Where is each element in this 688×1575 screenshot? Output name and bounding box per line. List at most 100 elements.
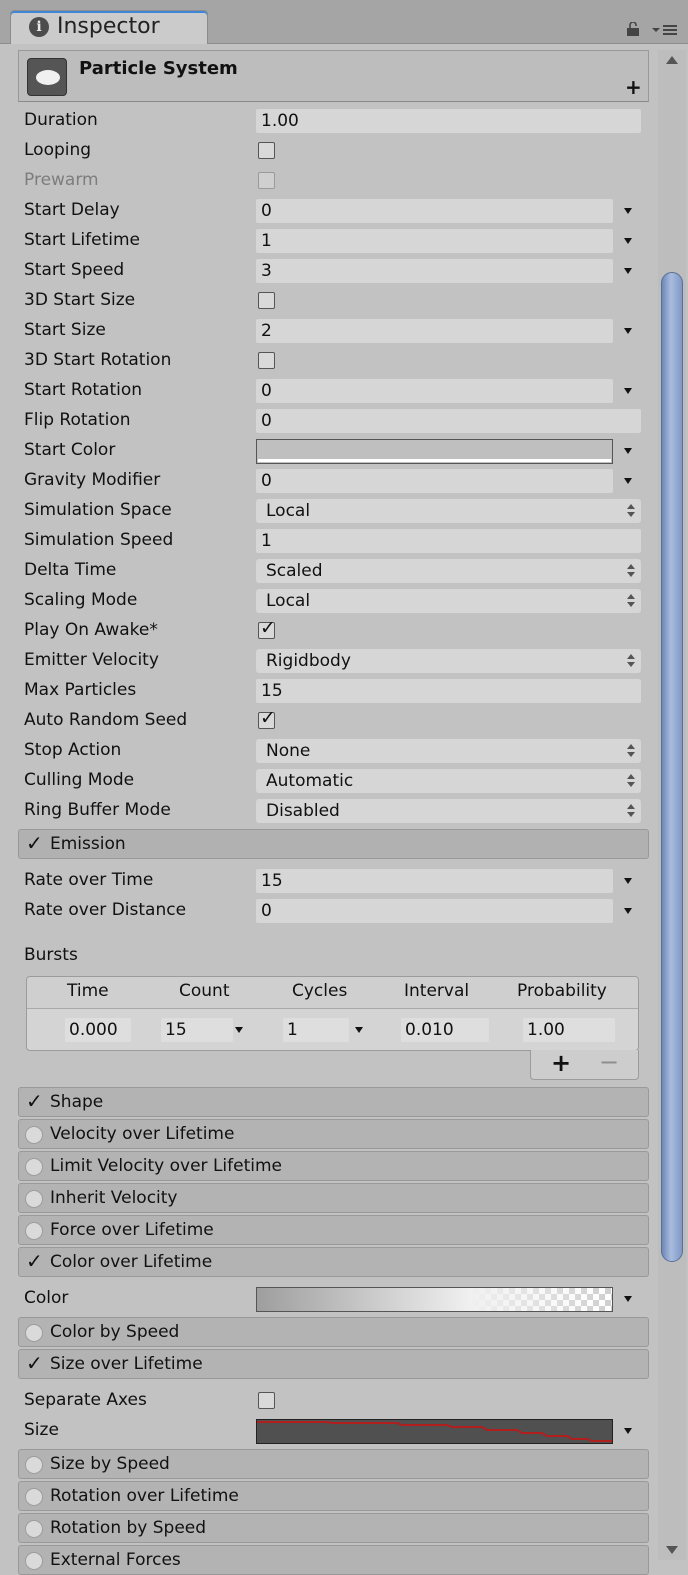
duration-field[interactable]: 1.00: [256, 109, 641, 133]
auto-random-seed-checkbox[interactable]: ✓: [258, 707, 276, 729]
module-label: Shape: [50, 1092, 104, 1112]
rate-over-distance-field[interactable]: 0: [256, 899, 613, 923]
start-lifetime-field[interactable]: 1: [256, 229, 613, 253]
property-row-start-color: Start Color: [18, 436, 649, 466]
play-on-awake-checkbox[interactable]: ✓: [258, 617, 276, 639]
3d-start-size-checkbox[interactable]: [258, 292, 275, 309]
vertical-scrollbar[interactable]: [658, 50, 686, 1560]
gravity-modifier-field[interactable]: 0: [256, 469, 613, 493]
property-row-start-size: Start Size 2: [18, 316, 649, 346]
module-external-forces[interactable]: External Forces: [18, 1545, 649, 1575]
3d-start-rotation-checkbox[interactable]: [258, 352, 275, 369]
module-size-by-speed[interactable]: Size by Speed: [18, 1449, 649, 1479]
start-speed-field[interactable]: 3: [256, 259, 613, 283]
module-emission[interactable]: ✓ Emission: [18, 829, 649, 859]
rate-over-time-field[interactable]: 15: [256, 869, 613, 893]
module-enabled-check-icon[interactable]: ✓: [26, 831, 43, 855]
dropdown-arrow-icon[interactable]: [624, 478, 632, 484]
burst-probability-field[interactable]: 1.00: [523, 1018, 615, 1042]
simulation-speed-field[interactable]: 1: [256, 529, 641, 553]
lock-icon[interactable]: [626, 22, 642, 36]
burst-count-dropdown-icon[interactable]: [235, 1027, 243, 1033]
size-curve-field[interactable]: [256, 1419, 613, 1444]
dropdown-arrow-icon[interactable]: [624, 878, 632, 884]
module-color-over-lifetime[interactable]: ✓ Color over Lifetime: [18, 1247, 649, 1277]
scroll-down-arrow-icon[interactable]: [666, 1546, 678, 1554]
property-label: Flip Rotation: [24, 410, 131, 430]
delta-time-select[interactable]: Scaled: [256, 559, 641, 583]
module-label: Color over Lifetime: [50, 1252, 213, 1272]
looping-checkbox[interactable]: [258, 142, 275, 159]
property-label: Color: [24, 1288, 69, 1308]
module-shape[interactable]: ✓ Shape: [18, 1087, 649, 1117]
context-menu-icon[interactable]: [652, 22, 678, 38]
module-limit-velocity-over-lifetime[interactable]: Limit Velocity over Lifetime: [18, 1151, 649, 1181]
module-enabled-check-icon[interactable]: ✓: [26, 1351, 43, 1375]
dropdown-arrow-icon[interactable]: [624, 448, 632, 454]
add-module-icon[interactable]: +: [625, 77, 642, 97]
particle-system-header[interactable]: Particle System +: [18, 50, 649, 102]
property-row-looping: Looping: [18, 136, 649, 166]
dropdown-arrow-icon[interactable]: [624, 1428, 632, 1434]
module-color-by-speed[interactable]: Color by Speed: [18, 1317, 649, 1347]
scrollbar-thumb[interactable]: [661, 272, 683, 1262]
flip-rotation-field[interactable]: 0: [256, 409, 641, 433]
module-enabled-check-icon[interactable]: ✓: [26, 1089, 43, 1113]
start-delay-field[interactable]: 0: [256, 199, 613, 223]
module-force-over-lifetime[interactable]: Force over Lifetime: [18, 1215, 649, 1245]
burst-cycles-field[interactable]: 1: [283, 1018, 349, 1042]
culling-mode-select[interactable]: Automatic: [256, 769, 641, 793]
ring-buffer-mode-select[interactable]: Disabled: [256, 799, 641, 823]
simulation-space-select[interactable]: Local: [256, 499, 641, 523]
scaling-mode-select[interactable]: Local: [256, 589, 641, 613]
gradient-field[interactable]: [256, 1287, 613, 1312]
property-row-prewarm: Prewarm: [18, 166, 649, 196]
burst-count-field[interactable]: 15: [161, 1018, 233, 1042]
dropdown-arrow-icon[interactable]: [624, 238, 632, 244]
emitter-velocity-select[interactable]: Rigidbody: [256, 649, 641, 673]
module-label: Size by Speed: [50, 1454, 170, 1474]
dropdown-arrow-icon[interactable]: [624, 388, 632, 394]
dropdown-arrow-icon[interactable]: [624, 1296, 632, 1302]
module-toggle-circle-icon[interactable]: [25, 1456, 43, 1474]
property-row-play-on-awake: Play On Awake* ✓: [18, 616, 649, 646]
color-over-lifetime-properties: Color: [18, 1284, 649, 1314]
dropdown-arrow-icon[interactable]: [624, 208, 632, 214]
module-toggle-circle-icon[interactable]: [25, 1190, 43, 1208]
module-toggle-circle-icon[interactable]: [25, 1222, 43, 1240]
inspector-tab[interactable]: i Inspector: [10, 10, 208, 44]
start-size-field[interactable]: 2: [256, 319, 613, 343]
module-toggle-circle-icon[interactable]: [25, 1552, 43, 1570]
property-label: Start Size: [24, 320, 106, 340]
module-enabled-check-icon[interactable]: ✓: [26, 1249, 43, 1273]
add-burst-button[interactable]: +: [551, 1049, 571, 1077]
max-particles-field[interactable]: 15: [256, 679, 641, 703]
burst-time-field[interactable]: 0.000: [65, 1018, 131, 1042]
stop-action-select[interactable]: None: [256, 739, 641, 763]
separate-axes-checkbox[interactable]: [258, 1392, 275, 1409]
module-size-over-lifetime[interactable]: ✓ Size over Lifetime: [18, 1349, 649, 1379]
dropdown-arrow-icon[interactable]: [624, 268, 632, 274]
start-color-field[interactable]: [256, 439, 613, 464]
module-toggle-circle-icon[interactable]: [25, 1488, 43, 1506]
module-velocity-over-lifetime[interactable]: Velocity over Lifetime: [18, 1119, 649, 1149]
property-label: Start Delay: [24, 200, 120, 220]
scroll-up-arrow-icon[interactable]: [666, 56, 678, 64]
burst-interval-field[interactable]: 0.010: [401, 1018, 489, 1042]
remove-burst-button[interactable]: −: [599, 1048, 619, 1076]
module-toggle-circle-icon[interactable]: [25, 1158, 43, 1176]
module-inherit-velocity[interactable]: Inherit Velocity: [18, 1183, 649, 1213]
dropdown-arrow-icon[interactable]: [624, 908, 632, 914]
module-toggle-circle-icon[interactable]: [25, 1324, 43, 1342]
module-rotation-by-speed[interactable]: Rotation by Speed: [18, 1513, 649, 1543]
property-label: Start Speed: [24, 260, 125, 280]
module-rotation-over-lifetime[interactable]: Rotation over Lifetime: [18, 1481, 649, 1511]
property-row-emitter-velocity: Emitter Velocity Rigidbody: [18, 646, 649, 676]
module-toggle-circle-icon[interactable]: [25, 1126, 43, 1144]
burst-cycles-dropdown-icon[interactable]: [355, 1027, 363, 1033]
property-row-gravity-modifier: Gravity Modifier 0: [18, 466, 649, 496]
start-rotation-field[interactable]: 0: [256, 379, 613, 403]
module-toggle-circle-icon[interactable]: [25, 1520, 43, 1538]
checkmark-icon: ✓: [260, 707, 276, 729]
dropdown-arrow-icon[interactable]: [624, 328, 632, 334]
